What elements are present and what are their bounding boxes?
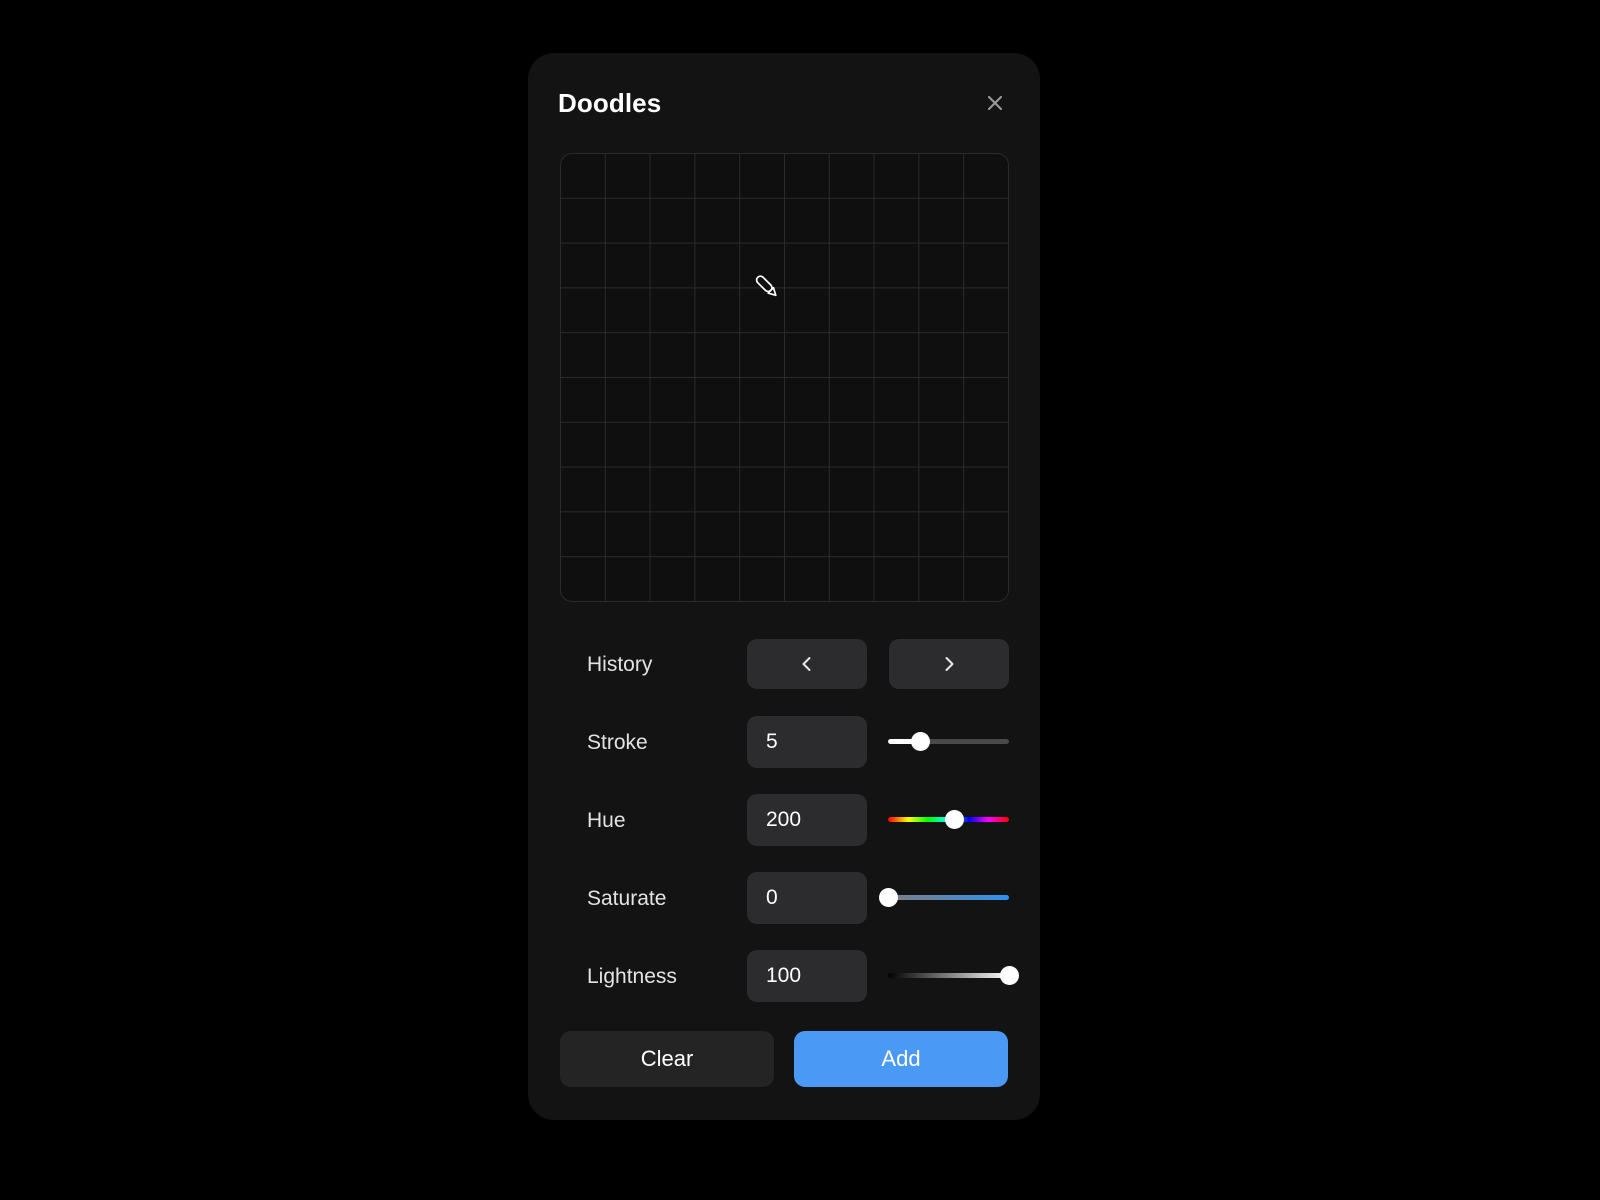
stroke-input[interactable]: 5 [747, 716, 867, 768]
page-title: Doodles [558, 88, 662, 118]
modal-footer: Clear Add [528, 1031, 1040, 1091]
chevron-left-icon [797, 654, 817, 674]
lightness-input[interactable]: 100 [747, 950, 867, 1002]
controls-section: History Stroke 5 Hue 200 Saturate 0 Ligh… [528, 625, 1040, 1015]
hue-label: Hue [587, 808, 626, 832]
stroke-slider-track [888, 739, 1009, 744]
saturate-slider-thumb[interactable] [878, 888, 898, 907]
canvas-grid [561, 154, 1008, 601]
modal-header: Doodles [528, 53, 1040, 153]
history-next-button[interactable] [889, 639, 1009, 689]
lightness-slider-track [888, 973, 1009, 978]
hue-row: Hue 200 [528, 781, 1040, 859]
saturate-slider[interactable] [878, 886, 1009, 910]
add-button[interactable]: Add [794, 1031, 1008, 1087]
doodles-modal: Doodles History Stroke 5 Hue 200 Saturat… [528, 53, 1040, 1120]
history-row: History [528, 625, 1040, 703]
history-prev-button[interactable] [747, 639, 867, 689]
clear-button[interactable]: Clear [560, 1031, 774, 1087]
saturate-label: Saturate [587, 886, 667, 910]
saturate-input[interactable]: 0 [747, 872, 867, 924]
stroke-row: Stroke 5 [528, 703, 1040, 781]
lightness-slider[interactable] [888, 964, 1019, 988]
hue-slider[interactable] [888, 808, 1009, 832]
saturate-row: Saturate 0 [528, 859, 1040, 937]
lightness-row: Lightness 100 [528, 937, 1040, 1015]
close-icon[interactable] [980, 88, 1010, 118]
stroke-slider[interactable] [888, 730, 1009, 754]
hue-slider-thumb[interactable] [945, 810, 965, 829]
history-label: History [587, 652, 653, 676]
stroke-label: Stroke [587, 730, 648, 754]
stroke-slider-thumb[interactable] [911, 732, 931, 751]
hue-input[interactable]: 200 [747, 794, 867, 846]
drawing-canvas[interactable] [560, 153, 1009, 602]
saturate-slider-track [888, 895, 1009, 900]
lightness-label: Lightness [587, 964, 677, 988]
lightness-slider-thumb[interactable] [999, 966, 1019, 985]
chevron-right-icon [939, 654, 959, 674]
app-root: Doodles History Stroke 5 Hue 200 Saturat… [0, 0, 1600, 1200]
